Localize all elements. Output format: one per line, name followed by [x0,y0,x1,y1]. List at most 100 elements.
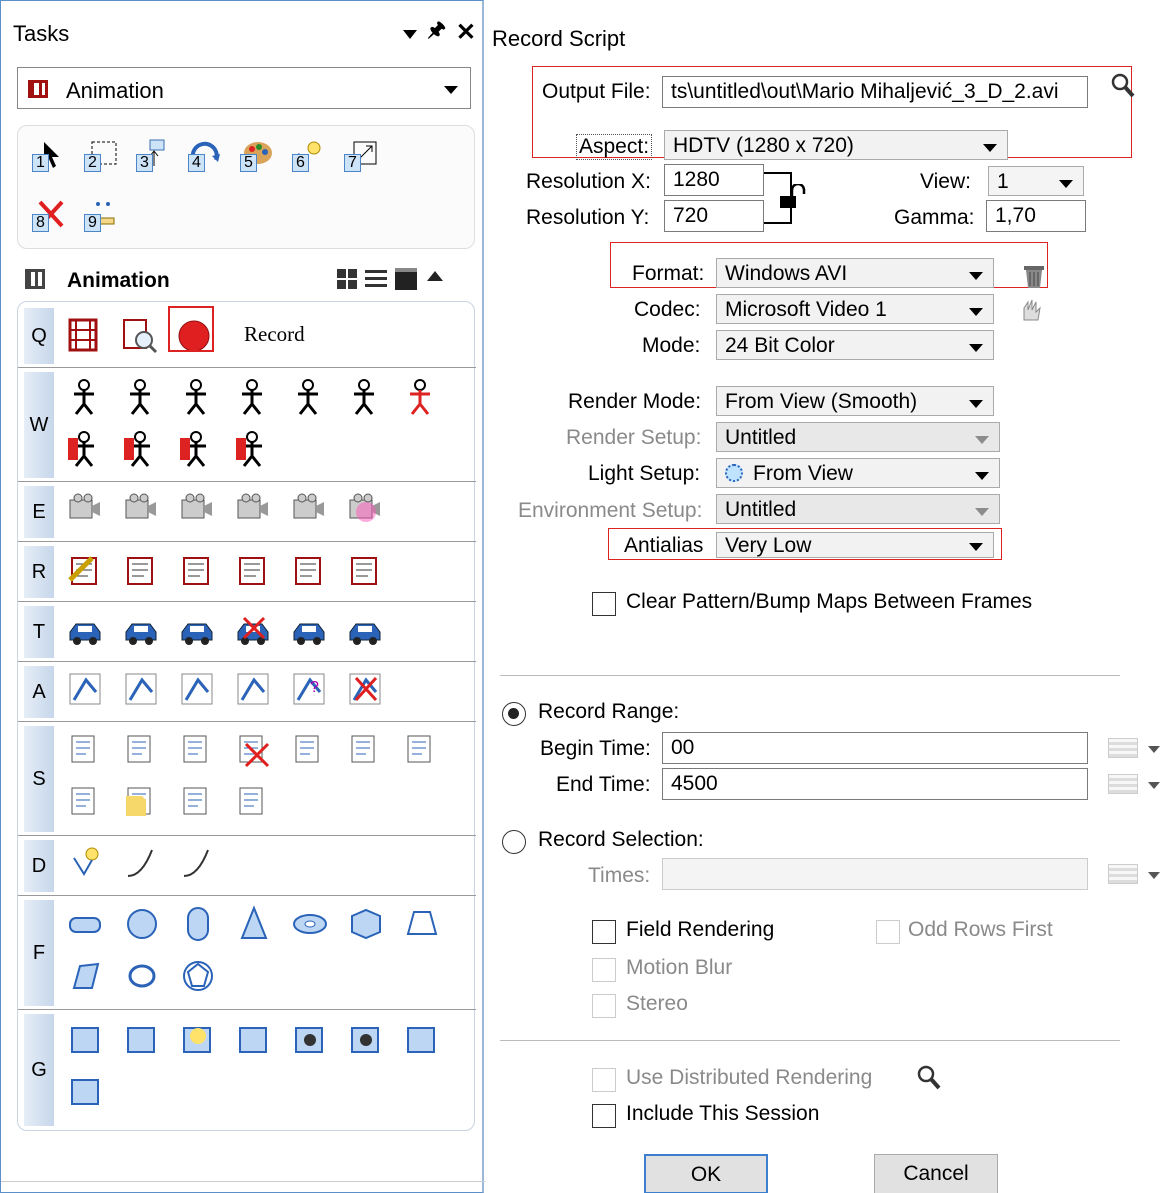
folder-file-icon[interactable] [178,782,218,822]
grid-view-icon[interactable] [337,269,357,289]
box-face-icon[interactable] [66,1020,106,1060]
cone-icon[interactable] [234,904,274,944]
car-camera-icon[interactable] [346,610,386,650]
cylinder-icon[interactable] [178,904,218,944]
collapse-icon[interactable] [427,271,443,281]
walk-select-icon[interactable] [234,378,274,418]
camera-screen-icon[interactable] [234,490,274,530]
curve-icon[interactable] [122,844,162,884]
roof-icon[interactable] [290,550,330,590]
sun-arc-icon[interactable] [178,550,218,590]
quick-tool-3[interactable]: 3 [136,138,170,172]
car-list2-icon[interactable] [122,610,162,650]
chevron-down-icon[interactable] [1148,782,1160,789]
torus-icon[interactable] [290,904,330,944]
box-slice-icon[interactable] [122,1020,162,1060]
chevron-down-icon[interactable] [1148,746,1160,753]
path-delete-icon[interactable] [346,670,386,710]
codec-settings-icon[interactable] [1016,296,1044,330]
quick-tool-7[interactable]: 7 [344,138,378,172]
cancel-button[interactable]: Cancel [874,1154,998,1193]
script-check-icon[interactable] [66,730,106,770]
walk-smoke-icon[interactable] [290,378,330,418]
quick-tool-8[interactable]: 8 [32,198,66,232]
walk-order2-icon[interactable] [178,430,218,470]
walk-group-icon[interactable] [234,430,274,470]
output-file-field[interactable]: ts\untitled\out\Mario Mihaljević_3_D_2.a… [662,76,1088,108]
car-edit-icon[interactable] [178,610,218,650]
path-d-icon[interactable] [234,670,274,710]
render-mode-select[interactable]: From View (Smooth) [716,386,994,416]
task-dropdown[interactable]: Animation [17,67,471,109]
script-list-icon[interactable] [178,730,218,770]
camera-dot-icon[interactable] [122,490,162,530]
quick-tool-6[interactable]: 6 [292,138,326,172]
car-list-icon[interactable] [66,610,106,650]
palette-build-icon[interactable] [346,550,386,590]
script-icon[interactable] [122,550,162,590]
curve-points-icon[interactable] [178,844,218,884]
walk-red-icon[interactable] [402,378,442,418]
ok-button[interactable]: OK [644,1154,768,1193]
script-palette-icon[interactable] [346,730,386,770]
quick-tool-4[interactable]: 4 [188,138,222,172]
polyhedron-icon[interactable] [178,956,218,996]
slab-icon[interactable] [66,904,106,944]
target-edit-icon[interactable] [346,490,386,530]
animation-section-header[interactable]: Animation [17,259,475,301]
walk-swap-icon[interactable] [66,430,106,470]
antialias-select[interactable]: Very Low [716,532,994,558]
aspect-select[interactable]: HDTV (1280 x 720) [664,130,1008,160]
bulb-list-icon[interactable] [234,1020,274,1060]
script-delete-icon[interactable] [234,730,274,770]
large-view-icon[interactable] [395,268,417,290]
script-film-icon[interactable] [290,730,330,770]
animation-preview-icon[interactable] [118,316,158,356]
wedge-icon[interactable] [346,904,386,944]
field-rendering-checkbox[interactable] [592,920,616,944]
quick-tool-5[interactable]: 5 [240,138,274,172]
calendar-icon[interactable] [1108,774,1138,794]
paint-brush-icon[interactable] [402,1020,442,1060]
pin-icon[interactable]: 🖈 [427,15,446,49]
ellipsoid-icon[interactable] [122,956,162,996]
camera-frame-icon[interactable] [346,1020,386,1060]
camera-list-icon[interactable] [178,490,218,530]
browse-icon[interactable] [1110,72,1136,106]
resx-field[interactable]: 1280 [664,164,764,196]
calendar-icon[interactable] [1108,738,1138,758]
walk-list-icon[interactable] [122,378,162,418]
spreadsheet-icon[interactable] [234,782,274,822]
camera-icon[interactable] [66,490,106,530]
car-add-icon[interactable] [290,610,330,650]
path-c-icon[interactable] [178,670,218,710]
bulb-icon[interactable] [178,1020,218,1060]
key-icon[interactable] [66,550,106,590]
animation-settings-icon[interactable] [64,316,104,356]
script-folder-icon[interactable] [122,782,162,822]
record-range-radio[interactable] [502,702,526,726]
clear-maps-checkbox[interactable] [592,592,616,616]
walk-move-icon[interactable] [178,378,218,418]
paint-bucket-icon[interactable] [66,1072,106,1112]
search-icon[interactable] [916,1064,942,1098]
path-b-icon[interactable] [122,670,162,710]
resy-field[interactable]: 720 [664,200,764,232]
walk-order-icon[interactable] [122,430,162,470]
lamp-icon[interactable] [234,550,274,590]
light-setup-select[interactable]: From View [716,458,1000,488]
codec-select[interactable]: Microsoft Video 1 [716,294,994,324]
format-select[interactable]: Windows AVI [716,258,994,288]
close-icon[interactable]: ✕ [456,18,476,47]
quick-tool-9[interactable]: 9 [84,198,118,232]
path-a-icon[interactable] [66,670,106,710]
script-move-icon[interactable] [122,730,162,770]
lock-icon[interactable] [778,182,808,218]
mode-select[interactable]: 24 Bit Color [716,330,994,360]
extrusion-icon[interactable] [66,956,106,996]
walk-edit-icon[interactable] [346,378,386,418]
light-path-icon[interactable] [66,844,106,884]
begin-time-field[interactable]: 00 [662,732,1088,764]
walk-icon[interactable] [66,378,106,418]
view-select[interactable]: 1 [988,166,1084,196]
